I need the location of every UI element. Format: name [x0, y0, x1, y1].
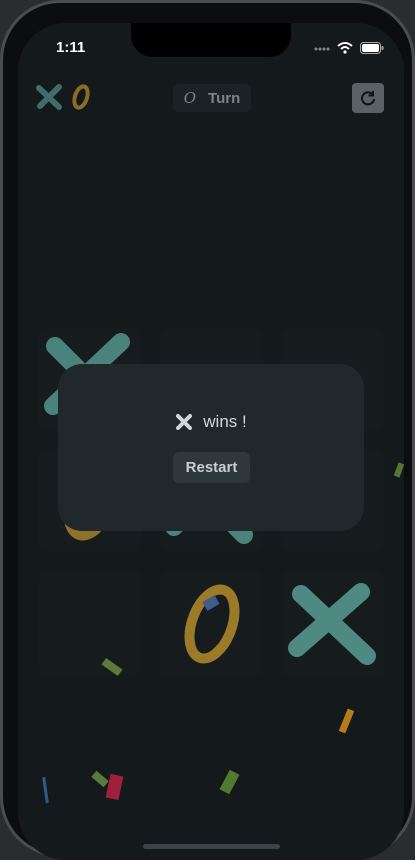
battery-icon: [360, 42, 384, 54]
x-mark-icon: [288, 583, 376, 665]
signal-icon: [314, 47, 330, 51]
winner-x-icon: [176, 414, 193, 430]
confetti-piece: [338, 708, 355, 734]
status-icons: [314, 42, 384, 54]
phone-frame: 1:11 O Turn wins ! Restart: [0, 0, 415, 860]
wifi-icon: [337, 42, 353, 54]
confetti-piece: [42, 776, 49, 804]
confetti-piece: [91, 770, 109, 788]
app-screen: 1:11 O Turn wins ! Restart: [18, 23, 404, 860]
notch: [131, 23, 291, 57]
winner-text: wins !: [203, 412, 247, 431]
confetti-piece: [219, 769, 240, 795]
restart-button[interactable]: Restart: [173, 452, 250, 483]
brand-o-icon: [72, 84, 90, 110]
result-dialog: wins ! Restart: [58, 364, 364, 531]
winner-message: wins !: [58, 412, 364, 432]
home-indicator: [143, 844, 280, 849]
brand-x-icon: [36, 84, 62, 110]
reset-button[interactable]: [352, 83, 384, 113]
o-mark-icon: [184, 584, 240, 664]
app-logo: [36, 83, 92, 111]
status-time: 1:11: [56, 39, 86, 56]
turn-label: Turn: [208, 89, 241, 107]
turn-symbol: O: [183, 89, 197, 107]
confetti-piece: [105, 773, 124, 801]
board-cell-8[interactable]: [160, 572, 263, 675]
confetti-piece: [393, 462, 404, 478]
turn-indicator: O Turn: [173, 84, 251, 112]
refresh-icon: [361, 91, 375, 106]
board-cell-7[interactable]: [39, 572, 142, 675]
board-cell-9[interactable]: [281, 572, 384, 675]
